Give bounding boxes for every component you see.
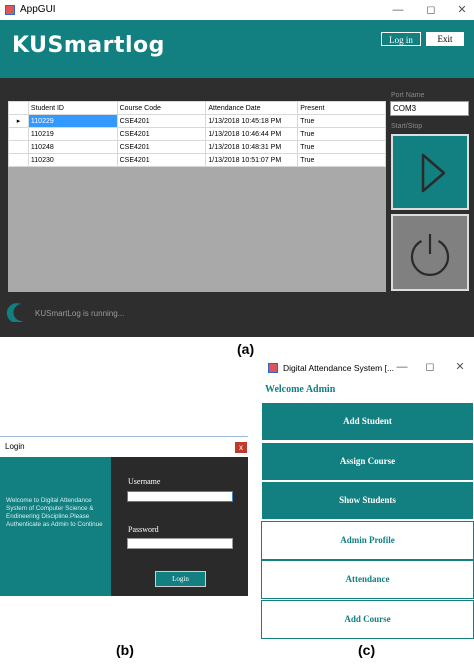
- maximize-icon[interactable]: ◻: [422, 359, 438, 375]
- username-label: Username: [128, 477, 161, 486]
- column-header[interactable]: Student ID: [27, 101, 118, 115]
- table-cell[interactable]: 1/13/2018 10:45:18 PM: [205, 114, 299, 128]
- attendance-table: Student ID Course Code Attendance Date P…: [8, 101, 386, 167]
- status-text: KUSmartLog is running...: [35, 309, 125, 318]
- table-cell[interactable]: 110248: [27, 140, 118, 154]
- login-welcome-text: Welcome to Digital Attendance System of …: [6, 497, 103, 528]
- window-title: AppGUI: [20, 4, 56, 15]
- stop-button[interactable]: [391, 214, 469, 291]
- table-cell[interactable]: True: [297, 127, 386, 141]
- window-title: Digital Attendance System [...: [283, 363, 395, 373]
- table-cell[interactable]: CSE4201: [116, 114, 207, 128]
- app-icon: [5, 5, 15, 15]
- password-input[interactable]: [127, 538, 233, 549]
- table-cell[interactable]: CSE4201: [116, 127, 207, 141]
- maximize-icon[interactable]: ◻: [423, 2, 439, 18]
- spinner-icon: [6, 303, 23, 322]
- minimize-icon[interactable]: —: [394, 359, 410, 375]
- table-row[interactable]: 110219 CSE4201 1/13/2018 10:46:44 PM Tru…: [8, 127, 386, 141]
- exit-button[interactable]: Exit: [426, 32, 464, 46]
- table-cell[interactable]: True: [297, 114, 386, 128]
- close-icon[interactable]: ✕: [452, 359, 468, 375]
- port-name-label: Port Name: [391, 92, 425, 99]
- column-header[interactable]: Attendance Date: [205, 101, 299, 115]
- login-title: Login: [5, 442, 25, 451]
- table-cell[interactable]: 110229: [27, 114, 118, 128]
- row-selector[interactable]: [8, 153, 29, 167]
- table-cell[interactable]: 1/13/2018 10:48:31 PM: [205, 140, 299, 154]
- show-students-button[interactable]: Show Students: [261, 481, 474, 521]
- close-icon[interactable]: ✕: [454, 2, 470, 18]
- table-row[interactable]: 110230 CSE4201 1/13/2018 10:51:07 PM Tru…: [8, 153, 386, 167]
- column-header[interactable]: Present: [297, 101, 386, 115]
- table-cell[interactable]: CSE4201: [116, 140, 207, 154]
- play-icon: [421, 153, 446, 193]
- caption-b: (b): [116, 642, 134, 658]
- table-row[interactable]: ▸ 110229 CSE4201 1/13/2018 10:45:18 PM T…: [8, 114, 386, 128]
- username-input[interactable]: [127, 491, 233, 502]
- minimize-icon[interactable]: —: [390, 2, 406, 18]
- brand-logo: KUSmartlog: [12, 33, 165, 58]
- table-cell[interactable]: CSE4201: [116, 153, 207, 167]
- login-button[interactable]: Log in: [381, 32, 421, 46]
- admin-profile-button[interactable]: Admin Profile: [261, 520, 474, 560]
- row-selector-arrow-icon[interactable]: ▸: [8, 114, 29, 128]
- attendance-grid[interactable]: Student ID Course Code Attendance Date P…: [8, 101, 386, 292]
- login-button[interactable]: Login: [155, 571, 206, 587]
- admin-menu: Add Student Assign Course Show Students …: [261, 402, 474, 640]
- caption-a: (a): [237, 341, 255, 357]
- table-cell[interactable]: 110230: [27, 153, 118, 167]
- password-label: Password: [128, 525, 159, 534]
- add-student-button[interactable]: Add Student: [261, 402, 474, 441]
- table-cell[interactable]: 1/13/2018 10:46:44 PM: [205, 127, 299, 141]
- row-header-corner: [8, 101, 29, 115]
- table-cell[interactable]: True: [297, 140, 386, 154]
- table-row[interactable]: 110248 CSE4201 1/13/2018 10:48:31 PM Tru…: [8, 140, 386, 154]
- table-header-row: Student ID Course Code Attendance Date P…: [8, 101, 386, 115]
- app-icon: [268, 363, 278, 373]
- caption-c: (c): [358, 642, 376, 658]
- welcome-heading: Welcome Admin: [265, 384, 336, 395]
- table-cell[interactable]: True: [297, 153, 386, 167]
- add-course-button[interactable]: Add Course: [261, 599, 474, 639]
- close-icon[interactable]: x: [235, 442, 247, 453]
- port-name-input[interactable]: COM3: [390, 101, 469, 116]
- column-header[interactable]: Course Code: [116, 101, 207, 115]
- start-button[interactable]: [391, 134, 469, 210]
- table-cell[interactable]: 1/13/2018 10:51:07 PM: [205, 153, 299, 167]
- power-icon: [410, 234, 450, 276]
- start-stop-label: Start/Stop: [391, 123, 423, 130]
- row-selector[interactable]: [8, 140, 29, 154]
- attendance-button[interactable]: Attendance: [261, 560, 474, 600]
- assign-course-button[interactable]: Assign Course: [261, 441, 474, 481]
- row-selector[interactable]: [8, 127, 29, 141]
- table-cell[interactable]: 110219: [27, 127, 118, 141]
- login-window-border: [0, 436, 248, 437]
